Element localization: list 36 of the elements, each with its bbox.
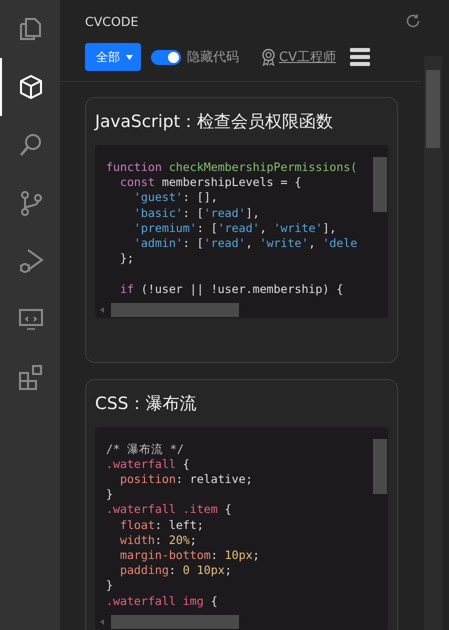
code-line: function checkMembershipPermissions( [106,160,358,176]
award-icon [261,48,276,66]
code-line: float: left; [118,518,205,533]
code-line: }; [118,251,135,266]
code-line: 'premium': ['read', 'write'], [132,220,338,236]
toggle-switch[interactable] [151,50,181,64]
code-line: 'guest': [], [132,190,219,206]
refresh-icon[interactable] [405,13,421,29]
code-line: padding: 0 10px; [118,563,233,578]
profile-link[interactable]: CV工程师 [261,48,336,66]
code-line: width: 20%; [118,532,198,548]
code-line: } [106,578,114,594]
code-line: position: relative; [118,472,254,488]
scroll-left-icon[interactable] [98,306,106,314]
code-line: const membershipLevels = { [118,175,302,190]
filter-button[interactable]: 全部 [85,43,141,71]
code-line: .waterfall { [106,456,191,472]
card-title: JavaScript：检查会员权限函数 [95,111,334,133]
extensions-icon [17,363,45,391]
card-title: CSS：瀑布流 [95,392,198,415]
panel-title: CVCODE [85,14,138,28]
cube-icon [17,73,45,101]
code-line: } [106,487,114,502]
code-line: 'admin': ['read', 'write', 'dele [132,236,358,252]
code-line: if (!user || !user.membership) { [118,282,344,297]
code-line: 'basic': ['read'], [132,206,261,221]
caret-icon [126,54,133,60]
code-line: margin-bottom: 10px; [118,548,261,564]
scroll-left-icon[interactable] [98,618,106,626]
code-line: .waterfall .item { [106,502,233,518]
toggle-label: 隐藏代码 [187,49,239,66]
debug-icon [17,247,45,275]
code-line: /* 瀑布流 */ [106,442,185,457]
scrollbar[interactable] [424,56,442,630]
menu-icon[interactable] [348,47,371,67]
code-line: .waterfall img { [106,594,219,609]
